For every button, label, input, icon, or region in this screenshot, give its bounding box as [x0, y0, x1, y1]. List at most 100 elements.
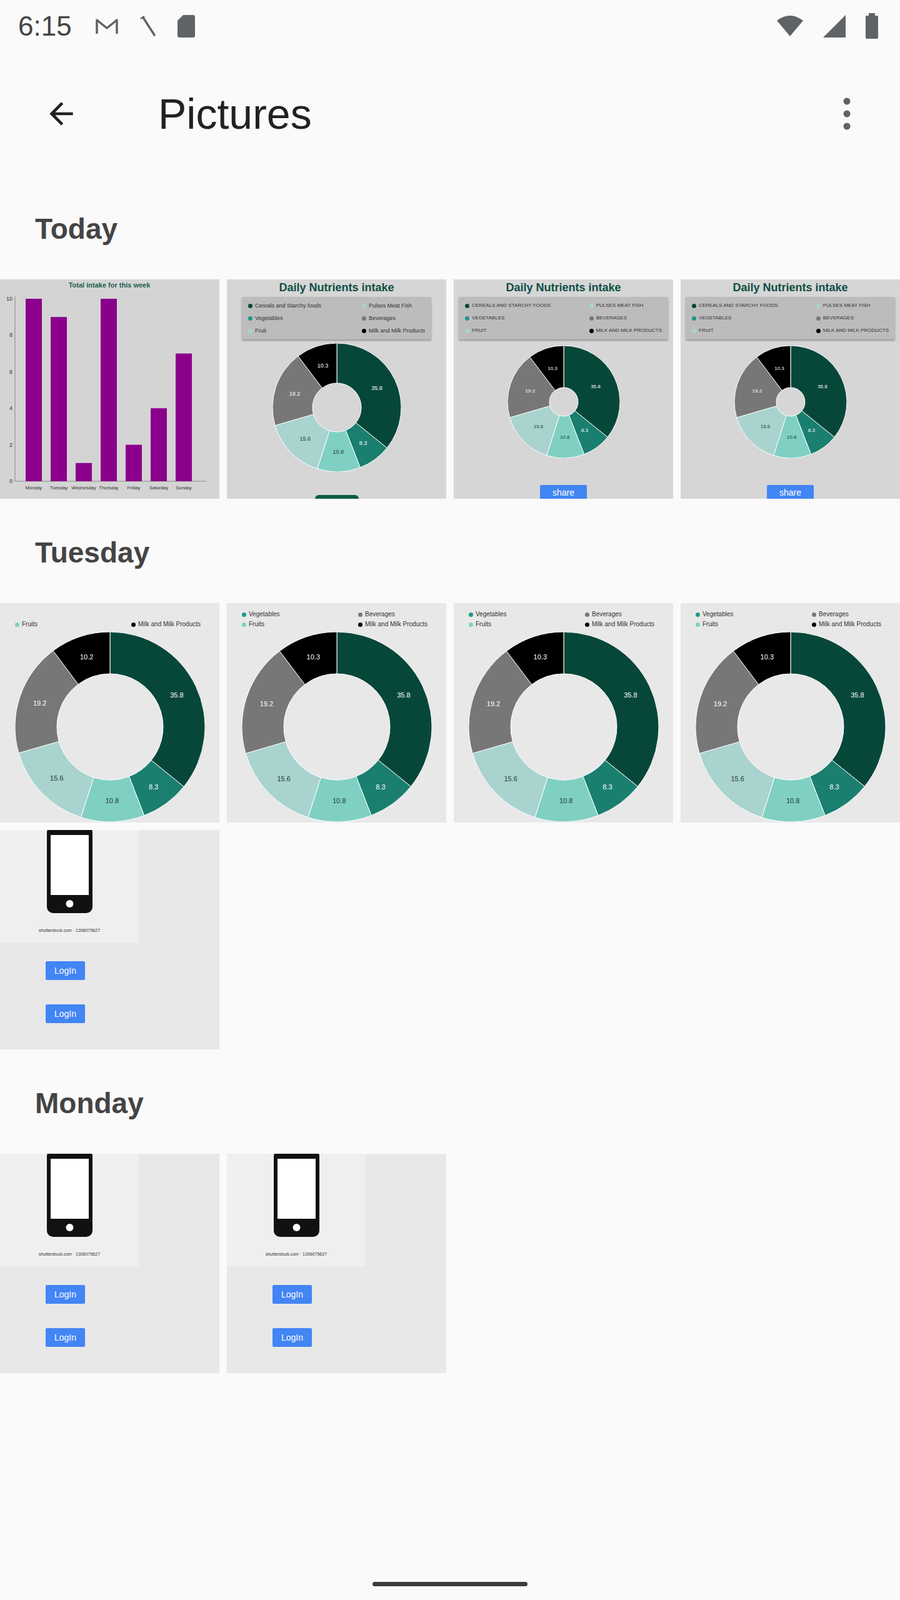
thumbnail[interactable]: VegetablesBeveragesFruitsMilk and Milk P…: [226, 603, 447, 823]
thumbnail[interactable]: VegetablesBeveragesFruitsMilk and Milk P…: [453, 603, 674, 823]
login-button: LogIn: [45, 1328, 85, 1347]
donut-slice: [563, 631, 659, 787]
legend-dot: [691, 328, 697, 334]
donut-chart: 35.88.310.815.619.210.2: [15, 631, 205, 822]
axis-tick: 10: [6, 295, 13, 302]
donut-slice: [336, 631, 432, 787]
gesture-handle[interactable]: [372, 1581, 528, 1587]
axis-label: Sunday: [175, 485, 192, 491]
axis-tick: 8: [9, 331, 13, 339]
share-button: share: [766, 485, 814, 499]
slice-label: 8.3: [829, 783, 839, 791]
donut-slice: [472, 741, 548, 818]
slice-label: 15.6: [50, 774, 64, 782]
legend-dot: [465, 303, 470, 309]
axis-tick: 0: [9, 478, 13, 485]
slice-label: 19.2: [486, 700, 500, 708]
phone-icon: [45, 1153, 94, 1237]
legend-item: Milk and Milk Products: [361, 326, 425, 335]
slice-label: 15.6: [299, 435, 311, 442]
status-time: 6:15: [18, 10, 72, 42]
legend-dot: [695, 622, 700, 627]
axis-label: Tuesday: [50, 485, 69, 491]
axis-tick: 4: [9, 405, 13, 412]
legend-item: Fruits: [241, 620, 280, 629]
slice-label: 35.8: [850, 691, 864, 699]
thumbnail[interactable]: FruitsMilk and Milk Products35.88.310.81…: [0, 603, 220, 823]
slice-label: 19.2: [751, 388, 762, 394]
legend-item: Cereals and Starchy foods: [248, 301, 322, 310]
legend-item: VEGETABLES: [465, 314, 551, 322]
chart-legend: VegetablesBeveragesFruitsMilk and Milk P…: [680, 603, 900, 629]
thumbnail[interactable]: shutterstock.com · 1306075627LogInLogIn: [0, 1153, 220, 1374]
more-button[interactable]: [793, 52, 900, 175]
slice-label: 19.2: [33, 699, 47, 707]
slice-label: 35.8: [170, 691, 184, 699]
stock-image: shutterstock.com · 1306075627: [0, 1153, 139, 1267]
legend-item: BEVERAGES: [816, 314, 889, 322]
thumbnail[interactable]: Daily Nutrients intakeCEREALS AND STARCH…: [680, 279, 900, 499]
donut-slice: [699, 741, 775, 818]
donut-slice: [529, 345, 564, 391]
bar: [75, 463, 92, 482]
legend-item: Milk and Milk Products: [131, 620, 201, 629]
legend-dot: [691, 303, 697, 309]
legend-item: Beverages: [585, 610, 655, 619]
legend-item: Beverages: [811, 610, 882, 619]
donut-slice: [297, 343, 337, 389]
slice-label: 10.8: [559, 434, 570, 440]
back-button[interactable]: [0, 52, 123, 175]
legend-dot: [15, 622, 20, 627]
donut-slice: [506, 631, 564, 685]
slice-label: 19.2: [713, 700, 727, 708]
thumbnail[interactable]: Daily Nutrients intakeCereals and Starch…: [226, 279, 447, 499]
slice-label: 8.3: [375, 783, 385, 791]
slice-label: 35.8: [371, 385, 383, 392]
legend-item: CEREALS AND STARCHY FOODS: [465, 301, 551, 310]
chart-title: Daily Nutrients intake: [226, 279, 447, 295]
slice-label: 19.2: [525, 388, 535, 394]
thumbnail[interactable]: shutterstock.com · 1306075627LogInLogIn: [0, 830, 220, 1050]
slice-label: 10.8: [105, 796, 119, 805]
legend-item: Pulses Meat Fish: [361, 301, 425, 310]
legend-dot: [468, 612, 474, 617]
slice-label: 8.3: [358, 440, 367, 447]
legend-dot: [691, 316, 697, 321]
legend-item: PULSES MEAT FISH: [816, 301, 889, 310]
share-button: share: [540, 485, 587, 499]
image-caption: shutterstock.com · 1306075627: [265, 1251, 327, 1257]
legend-dot: [248, 316, 253, 321]
thumbnail[interactable]: shutterstock.com · 1306075627LogInLogIn: [226, 1153, 447, 1374]
legend-item: CEREALS AND STARCHY FOODS: [691, 301, 778, 310]
legend-item: FRUIT: [465, 326, 551, 335]
donut-slice: [110, 631, 205, 787]
legend-dot: [589, 328, 594, 334]
slice-label: 10.2: [79, 653, 93, 661]
axis-tick: 2: [9, 441, 13, 449]
login-button: LogIn: [272, 1328, 312, 1347]
slice-label: 19.2: [288, 390, 300, 397]
legend-item: PULSES MEAT FISH: [589, 301, 662, 310]
slice-label: 10.8: [332, 796, 346, 805]
bar: [125, 445, 142, 482]
axis-label: Thursday: [98, 485, 119, 491]
donut-chart: 35.88.310.815.619.210.3: [272, 343, 402, 472]
thumbnail-grid: Total intake for this week0246810MondayT…: [0, 279, 900, 499]
donut-chart: 35.88.310.815.619.210.3: [507, 345, 620, 459]
back-arrow-icon: [43, 96, 79, 132]
slice-label: 8.3: [602, 783, 612, 791]
slice-label: 8.3: [580, 427, 589, 434]
slice-label: 10.3: [316, 362, 329, 369]
bar: [50, 316, 67, 482]
date-heading: Monday: [0, 1049, 900, 1154]
bar: [25, 298, 42, 482]
thumbnail[interactable]: VegetablesBeveragesFruitsMilk and Milk P…: [680, 603, 900, 823]
legend-item: MILK AND MILK PRODUCTS: [589, 326, 662, 335]
app-button: [315, 495, 359, 499]
chart-legend: Cereals and Starchy foods Pulses Meat Fis…: [241, 296, 432, 340]
donut-slice: [245, 741, 321, 818]
toolbar: Pictures: [0, 52, 900, 175]
legend-dot: [816, 328, 821, 334]
thumbnail[interactable]: Daily Nutrients intakeCEREALS AND STARCH…: [453, 279, 674, 499]
thumbnail[interactable]: Total intake for this week0246810MondayT…: [0, 279, 220, 499]
